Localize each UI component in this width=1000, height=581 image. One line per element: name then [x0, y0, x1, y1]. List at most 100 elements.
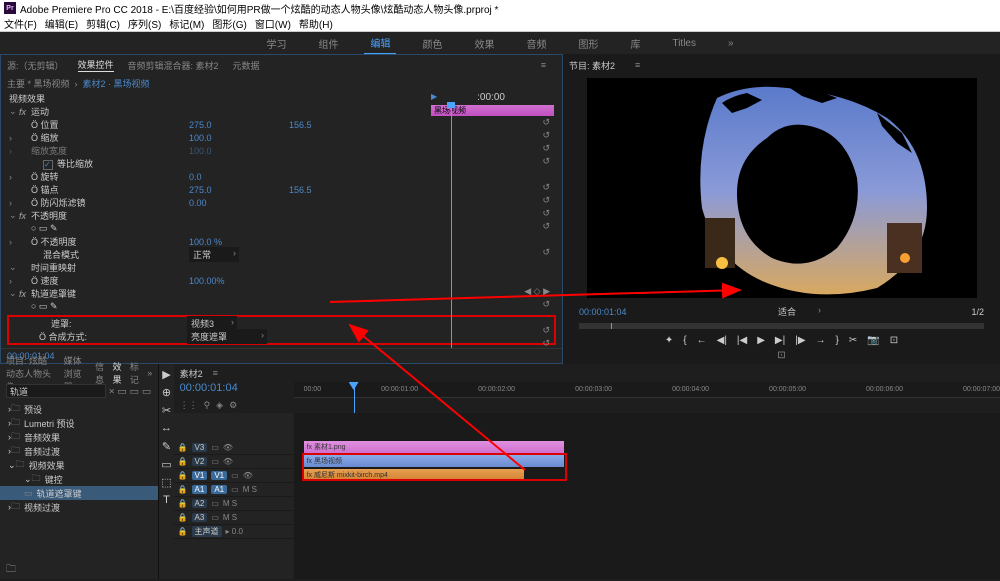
new-bin-icon[interactable]: 🗀 — [6, 562, 16, 579]
ws-graphics[interactable]: 图形 — [572, 33, 604, 54]
toggle-flicker[interactable]: › — [9, 198, 19, 208]
btn-prev[interactable]: |◀ — [737, 335, 747, 346]
project-overflow-icon[interactable]: » — [147, 368, 152, 378]
kf-reset-9[interactable]: ↺ — [431, 246, 554, 259]
toggle-timeremap[interactable]: ⌄ — [9, 262, 19, 273]
mini-tl-playhead-icon[interactable]: ▶ — [431, 92, 437, 103]
menu-file[interactable]: 文件(F) — [4, 16, 37, 31]
lock-icon[interactable]: 🔒 — [178, 527, 188, 536]
anchor-y[interactable]: 156.5 — [289, 185, 389, 195]
clip-v2[interactable]: fx 黑场视频 — [304, 455, 564, 467]
lock-icon[interactable]: 🔒 — [178, 499, 188, 508]
opacity-value[interactable]: 100.0 % — [189, 237, 289, 247]
flicker-value[interactable]: 0.00 — [189, 198, 289, 208]
speed-value[interactable]: 100.00% — [189, 276, 289, 286]
kf-reset-10[interactable]: ↺ — [431, 298, 554, 311]
fx-track-matte-key[interactable]: 轨道遮罩键 — [31, 287, 201, 300]
fx-opacity[interactable]: 不透明度 — [31, 209, 201, 222]
kf-reset-5[interactable]: ↺ — [431, 181, 554, 194]
lock-icon[interactable]: 🔒 — [178, 457, 188, 466]
folder-presets[interactable]: ›🗀预设 — [0, 402, 158, 416]
ws-audio[interactable]: 音频 — [520, 33, 552, 54]
tl-snap-icon[interactable]: ⋮⋮ — [180, 400, 198, 411]
btn-out[interactable]: } — [836, 335, 839, 346]
lock-icon[interactable]: 🔒 — [178, 443, 188, 452]
tool-razor[interactable]: ↔ — [161, 422, 172, 436]
track-master-label[interactable]: 主声道 — [192, 526, 222, 537]
blend-mode-dropdown[interactable]: 正常 — [189, 247, 239, 262]
btn-step-back[interactable]: ◀| — [717, 335, 727, 346]
fx-timeremap[interactable]: 时间重映射 — [31, 261, 201, 274]
btn-next[interactable]: ▶| — [775, 335, 785, 346]
btn-lift[interactable]: ✂ — [849, 335, 857, 346]
toggle-trackkey[interactable]: ⌄ — [9, 288, 19, 299]
prop-rotation[interactable]: 旋转 — [41, 172, 59, 182]
toggle-speed[interactable]: › — [9, 276, 19, 286]
program-tc-left[interactable]: 00:00:01:04 — [579, 307, 627, 317]
clip-v3[interactable]: fx 素材1.png — [304, 441, 564, 453]
kf-reset-6[interactable]: ↺ — [431, 194, 554, 207]
btn-export-frame[interactable]: 📷 — [867, 335, 879, 346]
ws-edit[interactable]: 编辑 — [364, 32, 396, 55]
position-x[interactable]: 275.0 — [189, 120, 289, 130]
toggle-scale[interactable]: › — [9, 133, 19, 143]
video-preview[interactable] — [587, 78, 977, 298]
mute-solo[interactable]: M S — [223, 513, 237, 522]
eye-icon[interactable]: 👁 — [223, 443, 233, 452]
folder-video-trans[interactable]: ›🗀视频过渡 — [0, 500, 158, 514]
track-a1-label[interactable]: A1 — [211, 485, 227, 494]
tab-info[interactable]: 信息 — [95, 360, 104, 386]
tool-selection[interactable]: ▶ — [162, 368, 170, 382]
panel-menu-icon[interactable]: ≡ — [541, 60, 546, 70]
lock-icon[interactable]: 🔒 — [178, 471, 188, 480]
track-a2-label[interactable]: A2 — [192, 499, 208, 508]
ws-effects[interactable]: 效果 — [468, 33, 500, 54]
tool-slip[interactable]: ✎ — [162, 440, 171, 454]
btn-play[interactable]: ▶ — [757, 335, 765, 346]
btn-in[interactable]: { — [683, 335, 686, 346]
program-scale[interactable]: 1/2 — [971, 307, 984, 317]
menu-sequence[interactable]: 序列(S) — [128, 16, 161, 31]
timeline-menu-icon[interactable]: ≡ — [213, 368, 218, 378]
toggle-opacity-fx[interactable]: ⌄ — [9, 210, 19, 221]
effect-mini-timeline[interactable]: ▶:00:00 黑场视频 ↺ ↺ ↺ ↺ ↺ ↺ ↺ ↺ ↺ ◀ ◇ ▶ ↺ — [431, 92, 554, 348]
track-a3-label[interactable]: A3 — [192, 513, 208, 522]
rotation-value[interactable]: 0.0 — [189, 172, 289, 182]
prop-position[interactable]: 位置 — [41, 120, 59, 130]
kf-reset-1[interactable]: ↺ — [431, 116, 554, 129]
folder-audio-fx[interactable]: ›🗀音频效果 — [0, 430, 158, 444]
tool-track-select[interactable]: ⊕ — [162, 386, 171, 400]
ws-learn[interactable]: 学习 — [260, 33, 292, 54]
kf-reset-11[interactable]: ↺ — [431, 324, 554, 337]
fit-dropdown[interactable]: 适合 — [774, 304, 824, 319]
tab-markers[interactable]: 标记 — [130, 360, 139, 386]
eye-icon[interactable]: 👁 — [223, 457, 233, 466]
prop-speed[interactable]: 速度 — [41, 276, 59, 286]
prop-blend[interactable]: 混合模式 — [19, 248, 189, 261]
lock-icon[interactable]: 🔒 — [178, 513, 188, 522]
kf-reset-2[interactable]: ↺ — [431, 129, 554, 142]
program-menu-icon[interactable]: ≡ — [635, 60, 640, 70]
eye-icon[interactable]: 👁 — [243, 471, 253, 480]
menu-graphics[interactable]: 图形(G) — [212, 16, 246, 31]
tool-type[interactable]: T — [163, 494, 170, 508]
timeline-timecode[interactable]: 00:00:01:04 — [174, 382, 294, 398]
scale-value[interactable]: 100.0 — [189, 133, 289, 143]
menu-help[interactable]: 帮助(H) — [299, 16, 333, 31]
prop-opacity[interactable]: 不透明度 — [41, 237, 77, 247]
tab-effect-controls[interactable]: 效果控件 — [78, 58, 114, 72]
ws-color[interactable]: 颜色 — [416, 33, 448, 54]
tl-marker-icon[interactable]: ◈ — [216, 400, 223, 411]
ws-assembly[interactable]: 组件 — [312, 33, 344, 54]
btn-goto-in[interactable]: ← — [697, 335, 707, 346]
folder-video-fx[interactable]: ⌄🗀视频效果 — [0, 458, 158, 472]
prop-anchor[interactable]: 锚点 — [41, 185, 59, 195]
tool-ripple[interactable]: ✂ — [162, 404, 171, 418]
toggle-rotation[interactable]: › — [9, 172, 19, 182]
btn-settings[interactable]: ⊡ — [890, 335, 898, 346]
tool-hand[interactable]: ⬚ — [161, 476, 171, 490]
tl-settings-icon[interactable]: ⚙ — [229, 400, 237, 411]
ws-titles[interactable]: Titles — [666, 35, 702, 52]
kf-reset-7[interactable]: ↺ — [431, 207, 554, 220]
uniform-scale-checkbox[interactable] — [43, 160, 53, 170]
